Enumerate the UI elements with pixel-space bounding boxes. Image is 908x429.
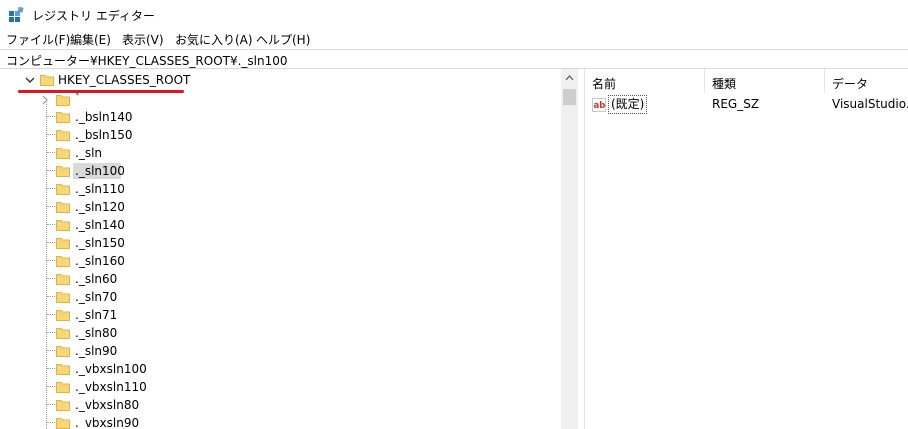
tree-item-label[interactable]: ._bsln150 — [75, 128, 133, 142]
tree-item-label[interactable]: ._sln140 — [75, 218, 125, 232]
folder-icon — [56, 130, 70, 141]
folder-icon — [56, 112, 70, 123]
registry-editor-icon — [9, 7, 24, 22]
address-bar[interactable]: コンピューター¥HKEY_CLASSES_ROOT¥._sln100 — [0, 49, 908, 69]
tree-item-label[interactable]: ._bsln140 — [75, 110, 133, 124]
tree-item-label[interactable]: ._sln90 — [75, 344, 117, 358]
scroll-thumb[interactable] — [563, 89, 576, 105]
folder-icon — [56, 274, 70, 285]
column-header-type[interactable]: 種類 — [712, 75, 736, 92]
folder-icon — [56, 418, 70, 429]
tree-item-label[interactable]: ._sln — [75, 146, 102, 160]
value-data: VisualStudio.L — [832, 97, 908, 111]
tree-item-label[interactable]: ._vbxsln110 — [75, 380, 147, 394]
tree-item-label[interactable]: ._vbxsln100 — [75, 362, 147, 376]
tree-item-label[interactable]: ._sln120 — [75, 200, 125, 214]
menu-favorites[interactable]: お気に入り(A) — [175, 31, 253, 48]
folder-icon — [56, 220, 70, 231]
tree-item-label[interactable]: ._sln110 — [75, 182, 125, 196]
window-title: レジストリ エディター — [32, 9, 155, 23]
scroll-up-icon[interactable] — [561, 71, 578, 85]
folder-icon — [56, 364, 70, 375]
string-value-icon: ab — [592, 98, 606, 112]
column-separator[interactable] — [704, 69, 705, 93]
folder-icon — [40, 75, 54, 86]
menu-edit[interactable]: 編集(E) — [70, 31, 111, 48]
tree-item-label[interactable]: ._sln100 — [75, 164, 125, 178]
tree-item-partial[interactable]: * — [75, 91, 80, 101]
tree-guide-line — [46, 99, 47, 429]
folder-icon — [56, 400, 70, 411]
tree-root-hkcr[interactable]: HKEY_CLASSES_ROOT — [58, 73, 190, 87]
folder-icon — [56, 310, 70, 321]
column-header-data[interactable]: データ — [832, 75, 868, 92]
annotation-underline — [18, 90, 184, 93]
tree-item-label[interactable]: ._sln160 — [75, 254, 125, 268]
folder-icon — [56, 184, 70, 195]
menu-view[interactable]: 表示(V) — [122, 31, 164, 48]
key-tree[interactable]: HKEY_CLASSES_ROOT * ._bsln140 ._bsln150 ._… — [0, 69, 578, 429]
tree-item-label[interactable]: ._sln80 — [75, 326, 117, 340]
tree-item-label[interactable]: ._sln60 — [75, 272, 117, 286]
column-header-name[interactable]: 名前 — [592, 75, 616, 92]
menu-file[interactable]: ファイル(F) — [6, 31, 70, 48]
folder-icon — [56, 328, 70, 339]
value-name[interactable]: (既定) — [608, 95, 648, 114]
tree-item-label[interactable]: ._vbxsln80 — [75, 398, 139, 412]
folder-icon — [56, 346, 70, 357]
menu-help[interactable]: ヘルプ(H) — [256, 31, 310, 48]
folder-icon — [56, 256, 70, 267]
folder-icon — [56, 292, 70, 303]
tree-item-label[interactable]: ._vbxsln90 — [75, 416, 139, 429]
chevron-down-icon[interactable] — [24, 74, 36, 86]
menu-bar: ファイル(F) 編集(E) 表示(V) お気に入り(A) ヘルプ(H) — [0, 28, 908, 48]
folder-icon — [56, 166, 70, 177]
title-bar: レジストリ エディター — [0, 0, 908, 28]
tree-item-label[interactable]: ._sln150 — [75, 236, 125, 250]
folder-icon — [56, 148, 70, 159]
value-list[interactable]: 名前 種類 データ ab (既定) REG_SZ VisualStudio.L — [585, 69, 908, 429]
tree-scrollbar[interactable] — [561, 69, 578, 429]
folder-icon — [56, 202, 70, 213]
folder-icon — [56, 382, 70, 393]
svg-text:ab: ab — [594, 101, 606, 111]
value-type: REG_SZ — [712, 97, 760, 111]
column-separator[interactable] — [824, 69, 825, 93]
tree-item-label[interactable]: ._sln70 — [75, 290, 117, 304]
address-path[interactable]: コンピューター¥HKEY_CLASSES_ROOT¥._sln100 — [6, 52, 288, 69]
folder-icon — [56, 238, 70, 249]
tree-item-label[interactable]: ._sln71 — [75, 308, 117, 322]
chevron-right-icon[interactable] — [39, 94, 51, 106]
folder-icon — [56, 95, 70, 106]
